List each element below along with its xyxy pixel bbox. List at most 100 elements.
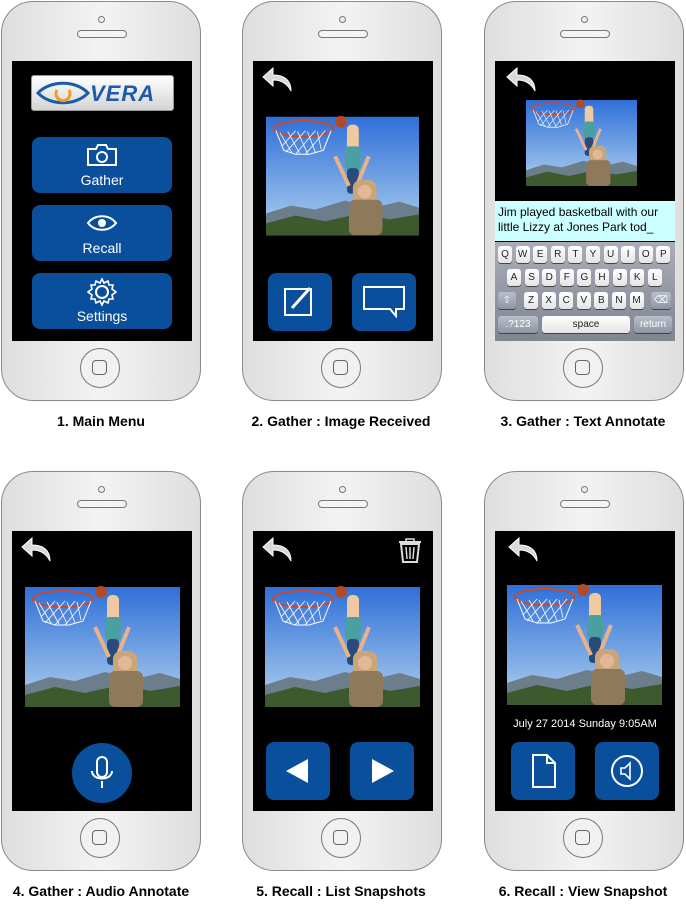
eye-logo-icon	[36, 81, 90, 105]
view-text-button[interactable]	[511, 742, 575, 800]
key-x[interactable]: X	[541, 292, 556, 309]
trash-icon[interactable]	[397, 537, 423, 563]
home-button[interactable]	[321, 818, 361, 858]
thumbnail-photo	[526, 99, 637, 187]
key-y[interactable]: Y	[586, 246, 600, 263]
recall-button[interactable]: Recall	[32, 205, 172, 261]
return-key[interactable]: return	[634, 316, 672, 333]
earpiece-speaker	[318, 500, 368, 508]
phone-view-snapshot: July 27 2014 Sunday 9:05AM	[484, 471, 684, 871]
phone-image-received	[242, 1, 442, 401]
front-camera	[98, 486, 105, 493]
speech-bubble-icon	[363, 286, 405, 318]
key-p[interactable]: P	[656, 246, 671, 263]
key-h[interactable]: H	[595, 269, 609, 286]
logo-wordmark: VERA	[90, 81, 156, 106]
key-g[interactable]: G	[577, 269, 592, 286]
key-l[interactable]: L	[647, 269, 662, 286]
key-n[interactable]: N	[612, 292, 626, 309]
screen-text-annotate: Jim played basketball with our little Li…	[495, 61, 675, 341]
key-e[interactable]: E	[533, 246, 548, 263]
key-r[interactable]: R	[550, 246, 565, 263]
screen-image-received	[253, 61, 433, 341]
key-d[interactable]: D	[542, 269, 557, 286]
space-key[interactable]: space	[542, 316, 630, 333]
microphone-icon	[91, 756, 113, 788]
key-o[interactable]: O	[638, 246, 653, 263]
key-v[interactable]: V	[576, 292, 591, 309]
arrow-left-icon	[286, 759, 308, 783]
back-arrow-icon[interactable]	[507, 535, 539, 563]
screen-audio-annotate	[12, 531, 192, 811]
key-u[interactable]: U	[603, 246, 618, 263]
microphone-button[interactable]	[72, 743, 132, 803]
snapshot-photo	[25, 586, 180, 708]
snapshot-photo	[265, 586, 420, 708]
key-q[interactable]: Q	[498, 246, 512, 263]
caption-view-snapshot: 6. Recall : View Snapshot	[498, 883, 668, 899]
back-arrow-icon[interactable]	[261, 65, 293, 93]
back-arrow-icon[interactable]	[261, 535, 293, 563]
home-button[interactable]	[80, 348, 120, 388]
front-camera	[98, 16, 105, 23]
earpiece-speaker	[560, 500, 610, 508]
front-camera	[339, 486, 346, 493]
speaker-audio-icon	[611, 755, 643, 787]
received-photo	[266, 116, 419, 236]
pencil-edit-icon	[284, 286, 312, 316]
front-camera	[581, 16, 588, 23]
earpiece-speaker	[560, 30, 610, 38]
caption-audio-annotate: 4. Gather : Audio Annotate	[12, 883, 190, 899]
previous-button[interactable]	[266, 742, 330, 800]
key-i[interactable]: I	[621, 246, 636, 263]
phone-audio-annotate	[1, 471, 201, 871]
screen-list-snapshots	[253, 531, 433, 811]
screen-main-menu: VERA Gather Recall Settings	[12, 61, 192, 341]
phone-main-menu: VERA Gather Recall Settings	[1, 1, 201, 401]
home-button[interactable]	[321, 348, 361, 388]
key-a[interactable]: A	[507, 269, 521, 286]
recall-label: Recall	[82, 240, 122, 256]
settings-button[interactable]: Settings	[32, 273, 172, 329]
phone-list-snapshots	[242, 471, 442, 871]
key-z[interactable]: Z	[524, 292, 538, 309]
backspace-key-icon[interactable]: ⌫	[651, 292, 671, 309]
key-j[interactable]: J	[612, 269, 627, 286]
on-screen-keyboard: Q W E R T Y U I O P A S D F G H J K L ⇧ Z X C V B N M ⌫ .?123 space re…	[495, 242, 675, 341]
key-k[interactable]: K	[630, 269, 645, 286]
next-button[interactable]	[350, 742, 414, 800]
front-camera	[581, 486, 588, 493]
settings-label: Settings	[76, 308, 128, 324]
key-c[interactable]: C	[559, 292, 574, 309]
camera-icon	[87, 144, 117, 166]
gather-label: Gather	[80, 172, 124, 188]
gather-button[interactable]: Gather	[32, 137, 172, 193]
caption-image-received: 2. Gather : Image Received	[251, 413, 431, 429]
home-button[interactable]	[80, 818, 120, 858]
text-annotate-button[interactable]	[268, 273, 332, 331]
speech-bubble-button[interactable]	[352, 273, 416, 331]
earpiece-speaker	[77, 30, 127, 38]
arrow-right-icon	[372, 759, 394, 783]
key-w[interactable]: W	[515, 246, 530, 263]
caption-list-snapshots: 5. Recall : List Snapshots	[256, 883, 426, 899]
key-s[interactable]: S	[524, 269, 539, 286]
key-m[interactable]: M	[629, 292, 644, 309]
shift-key-icon[interactable]: ⇧	[498, 292, 516, 309]
annotation-text-field[interactable]: Jim played basketball with our little Li…	[495, 201, 675, 241]
home-button[interactable]	[563, 818, 603, 858]
document-icon	[532, 754, 556, 788]
key-f[interactable]: F	[559, 269, 574, 286]
back-arrow-icon[interactable]	[20, 535, 52, 563]
snapshot-photo	[507, 583, 662, 707]
phone-text-annotate: Jim played basketball with our little Li…	[484, 1, 684, 401]
play-audio-button[interactable]	[595, 742, 659, 800]
key-t[interactable]: T	[568, 246, 583, 263]
snapshot-timestamp: July 27 2014 Sunday 9:05AM	[513, 718, 657, 730]
home-button[interactable]	[563, 348, 603, 388]
gear-icon	[86, 277, 118, 307]
key-b[interactable]: B	[594, 292, 609, 309]
numbers-key[interactable]: .?123	[498, 316, 538, 333]
screen-view-snapshot: July 27 2014 Sunday 9:05AM	[495, 531, 675, 811]
back-arrow-icon[interactable]	[505, 65, 537, 93]
